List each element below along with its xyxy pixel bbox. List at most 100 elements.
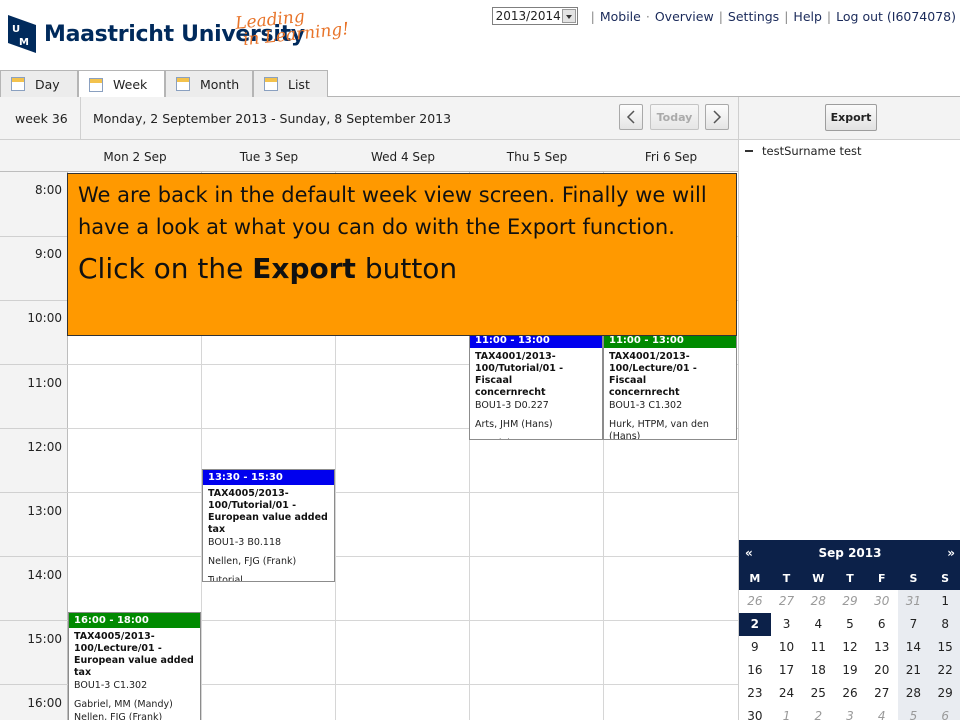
nav-overview-link[interactable]: Overview	[655, 9, 714, 24]
mini-calendar-day[interactable]: 17	[771, 659, 803, 682]
event-time: 13:30 - 15:30	[203, 470, 334, 485]
timetable-user-entry[interactable]: testSurname test	[745, 144, 862, 158]
mini-calendar-day[interactable]: 1	[929, 590, 960, 613]
mini-calendar-day[interactable]: 4	[802, 613, 834, 636]
mini-calendar-day[interactable]: 11	[802, 636, 834, 659]
tab-week[interactable]: Week	[78, 70, 165, 98]
mini-calendar-week: 23 24 25 26 27 28 29	[739, 682, 960, 705]
mini-calendar-day[interactable]: 10	[771, 636, 803, 659]
mini-calendar-day[interactable]: 2	[739, 613, 771, 636]
mini-calendar-day[interactable]: 28	[897, 682, 930, 705]
svg-text:U: U	[12, 24, 20, 35]
mini-calendar-day[interactable]: 24	[771, 682, 803, 705]
previous-month-button[interactable]: «	[745, 546, 753, 560]
mini-calendar-day[interactable]: 27	[771, 590, 803, 613]
mini-calendar-weekdays: M T W T F S S	[739, 566, 960, 590]
event-title: 100/Tutorial/01 -	[208, 500, 297, 511]
mini-calendar-day[interactable]: 29	[834, 590, 866, 613]
event-type: Tutorial	[475, 438, 597, 439]
mini-calendar-day[interactable]: 22	[929, 659, 960, 682]
mini-calendar-day[interactable]: 6	[929, 705, 960, 720]
mini-calendar-day[interactable]: 16	[739, 659, 771, 682]
event-title: TAX4005/2013-	[208, 488, 289, 499]
hour-label: 12:00	[27, 440, 62, 454]
chevron-down-icon[interactable]	[561, 9, 576, 23]
mini-calendar-day[interactable]: 28	[802, 590, 834, 613]
academic-year-select[interactable]: 2013/2014	[491, 7, 578, 25]
event-staff: Nellen, FJG (Frank)	[74, 712, 163, 720]
mini-calendar-day[interactable]: 9	[739, 636, 771, 659]
mini-calendar-day[interactable]: 20	[866, 659, 898, 682]
mini-calendar-day[interactable]: 29	[929, 682, 960, 705]
event-title: 100/Lecture/01 - Fiscaal	[609, 363, 697, 386]
mini-calendar-day[interactable]: 5	[834, 613, 866, 636]
mini-calendar-day[interactable]: 8	[929, 613, 960, 636]
app-header: U M Maastricht University Leading in Lea…	[0, 0, 960, 70]
day-header: Tue 3 Sep	[239, 150, 299, 164]
mini-calendar-day[interactable]: 2	[802, 705, 834, 720]
chevron-left-icon	[626, 110, 635, 124]
export-button[interactable]: Export	[825, 104, 877, 131]
mini-calendar-day[interactable]: 3	[834, 705, 866, 720]
callout-instruction: Click on the Export button	[78, 252, 458, 285]
mini-calendar-week: 16 17 18 19 20 21 22	[739, 659, 960, 682]
today-button[interactable]: Today	[650, 104, 699, 130]
nav-logout-link[interactable]: Log out (I6074078)	[836, 9, 956, 24]
tab-month[interactable]: Month	[165, 70, 253, 97]
mini-calendar-day[interactable]: 19	[834, 659, 866, 682]
mini-calendar-title: Sep 2013	[818, 546, 882, 560]
hour-label: 10:00	[27, 311, 62, 325]
hour-label: 15:00	[27, 632, 62, 646]
mini-calendar-week: 26 27 28 29 30 31 1	[739, 590, 960, 613]
event-room: BOU1-3 C1.302	[74, 680, 148, 691]
week-number: week 36	[15, 111, 68, 126]
next-month-button[interactable]: »	[947, 546, 955, 560]
calendar-event[interactable]: 11:00 - 13:00 TAX4001/2013- 100/Lecture/…	[603, 332, 737, 440]
mini-calendar-day[interactable]: 27	[866, 682, 898, 705]
mini-calendar-day[interactable]: 31	[897, 590, 930, 613]
calendar-icon	[264, 77, 278, 91]
mini-calendar-day[interactable]: 7	[897, 613, 930, 636]
next-week-button[interactable]	[705, 104, 729, 130]
mini-calendar-day[interactable]: 5	[897, 705, 930, 720]
export-toolbar: Export	[739, 97, 960, 140]
mini-calendar-day[interactable]: 14	[897, 636, 930, 659]
event-title: concernrecht	[609, 387, 680, 398]
previous-week-button[interactable]	[619, 104, 643, 130]
mini-calendar-day[interactable]: 25	[802, 682, 834, 705]
mini-calendar-day[interactable]: 21	[897, 659, 930, 682]
nav-help-link[interactable]: Help	[793, 9, 822, 24]
event-room: BOU1-3 D0.227	[475, 400, 549, 411]
mini-calendar-day[interactable]: 4	[866, 705, 898, 720]
nav-mobile-link[interactable]: Mobile	[600, 9, 641, 24]
week-toolbar: week 36 Monday, 2 September 2013 - Sunda…	[0, 97, 738, 140]
chevron-right-icon	[713, 110, 722, 124]
event-staff: Arts, JHM (Hans)	[475, 419, 553, 430]
mini-calendar-day[interactable]: 3	[771, 613, 803, 636]
calendar-icon	[89, 77, 103, 92]
mini-calendar-day[interactable]: 15	[929, 636, 960, 659]
mini-calendar-days: 26 27 28 29 30 31 1 2 3 4 5 6 7 8 9 10 11 12 13 14 15 16 17 18 1…	[739, 590, 960, 720]
university-logo-icon: U M	[8, 15, 36, 53]
event-title: TAX4001/2013-	[609, 351, 690, 362]
mini-calendar-day[interactable]: 26	[739, 590, 771, 613]
collapse-icon[interactable]	[745, 150, 753, 152]
mini-calendar-day[interactable]: 12	[834, 636, 866, 659]
mini-calendar-day[interactable]: 1	[771, 705, 803, 720]
calendar-event[interactable]: 11:00 - 13:00 TAX4001/2013- 100/Tutorial…	[469, 332, 603, 440]
mini-calendar-day[interactable]: 26	[834, 682, 866, 705]
nav-settings-link[interactable]: Settings	[728, 9, 779, 24]
event-title: 100/Tutorial/01 - Fiscaal	[475, 363, 564, 386]
mini-calendar-day[interactable]: 18	[802, 659, 834, 682]
tab-day[interactable]: Day	[0, 70, 78, 97]
mini-calendar-header: « Sep 2013 »	[739, 540, 960, 566]
tab-list[interactable]: List	[253, 70, 328, 97]
mini-calendar-day[interactable]: 6	[866, 613, 898, 636]
calendar-event[interactable]: 13:30 - 15:30 TAX4005/2013- 100/Tutorial…	[202, 469, 335, 582]
mini-calendar-day[interactable]: 13	[866, 636, 898, 659]
mini-calendar-day[interactable]: 30	[739, 705, 771, 720]
event-title: TAX4001/2013-	[475, 351, 556, 362]
mini-calendar-day[interactable]: 23	[739, 682, 771, 705]
calendar-event[interactable]: 16:00 - 18:00 TAX4005/2013- 100/Lecture/…	[68, 612, 201, 720]
mini-calendar-day[interactable]: 30	[866, 590, 898, 613]
